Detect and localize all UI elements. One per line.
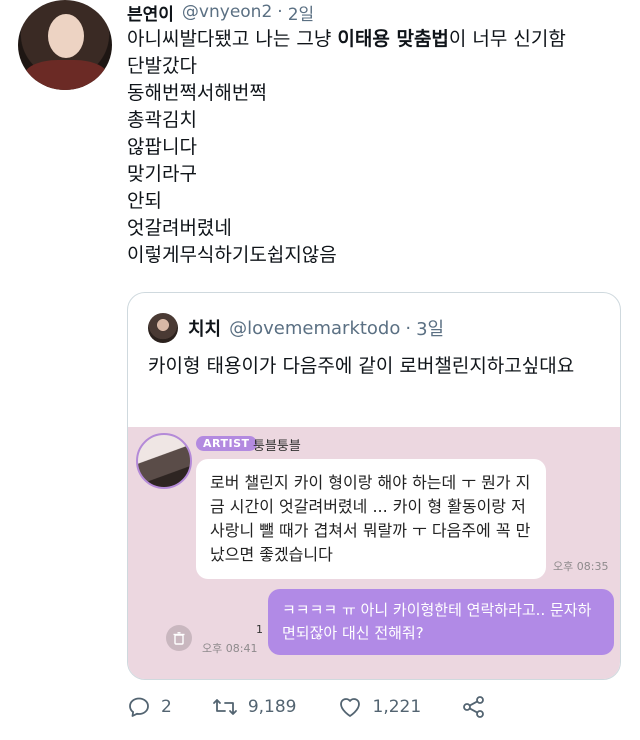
chat-screenshot-image[interactable]: ARTIST 퉁블퉁블 로버 챌린지 카이 형이랑 해야 하는데 ㅜ 뭔가 지금… [128, 427, 620, 679]
heart-icon [339, 698, 360, 717]
tweet-actions: 2 9,189 1,221 [127, 692, 567, 722]
reply-count: 2 [161, 697, 172, 717]
tweet-text: 아니씨발다됐고 나는 그냥 이태용 맞춤법이 너무 신기함 단발갔다 동해번쩍서… [127, 26, 627, 269]
incoming-message-time: 오후 08:35 [553, 560, 609, 573]
avatar-face [48, 14, 84, 58]
tweet-line: 않팝니다 [127, 136, 197, 158]
separator-dot: · [277, 2, 283, 22]
outgoing-message-bubble: ㅋㅋㅋㅋ ㅠ 아니 카이형한테 연락하라고.. 문자하면되잖아 대신 전해줘? [268, 589, 614, 655]
like-count: 1,221 [372, 697, 422, 717]
trash-icon [166, 625, 192, 651]
quote-author-handle: @lovememarktodo [229, 317, 401, 339]
quote-text: 카이형 태용이가 다음주에 같이 로버챌린지하고싶대요 [148, 355, 575, 377]
tweet-bold-text: 이태용 맞춤법 [337, 28, 449, 50]
retweet-count: 9,189 [247, 697, 297, 717]
tweet-time[interactable]: 2일 [288, 0, 314, 25]
retweet-button[interactable]: 9,189 [212, 695, 297, 719]
author-handle[interactable]: @vnyeon2 [182, 2, 272, 22]
tweet-line: 총곽김치 [127, 109, 197, 131]
incoming-message-bubble: 로버 챌린지 카이 형이랑 해야 하는데 ㅜ 뭔가 지금 시간이 엇갈려버렸네 … [196, 459, 546, 579]
quoted-tweet[interactable]: 치치 @lovememarktodo · 3일 카이형 태용이가 다음주에 같이… [127, 292, 621, 680]
tweet-line: 엇갈려버렸네 [127, 217, 232, 239]
quote-time: 3일 [416, 319, 445, 340]
like-button[interactable]: 1,221 [337, 695, 422, 719]
share-icon [463, 696, 485, 718]
quote-header: 치치 @lovememarktodo · 3일 [148, 313, 444, 343]
tweet-line: 단발갔다 [127, 55, 197, 77]
tweet-line: 이렇게무식하기도쉽지않음 [127, 244, 337, 266]
avatar-coat [24, 60, 108, 90]
tweet-line: 안되 [127, 190, 162, 212]
tweet-line: 동해번쩍서해번쩍 [127, 82, 267, 104]
reply-icon [129, 697, 149, 717]
artist-avatar [136, 433, 192, 489]
tweet-line: 아니씨발다됐고 나는 그냥 이태용 맞춤법이 너무 신기함 [127, 28, 566, 50]
artist-badge: ARTIST [196, 436, 257, 451]
reply-button[interactable]: 2 [127, 695, 172, 719]
tweet-line: 맞기라구 [127, 163, 197, 185]
separator-dot: · [405, 317, 412, 339]
quote-author-avatar [148, 313, 178, 343]
retweet-icon [212, 699, 237, 715]
artist-name: 퉁블퉁블 [253, 439, 301, 454]
unread-count: 1 [256, 623, 263, 636]
outgoing-message-time: 오후 08:41 [202, 642, 258, 655]
quote-author-name: 치치 [188, 319, 222, 340]
author-avatar[interactable] [18, 0, 112, 90]
share-button[interactable] [461, 695, 497, 719]
author-name[interactable]: 븐연이 [127, 0, 174, 25]
tweet-header: 븐연이 @vnyeon2 · 2일 [127, 0, 314, 25]
